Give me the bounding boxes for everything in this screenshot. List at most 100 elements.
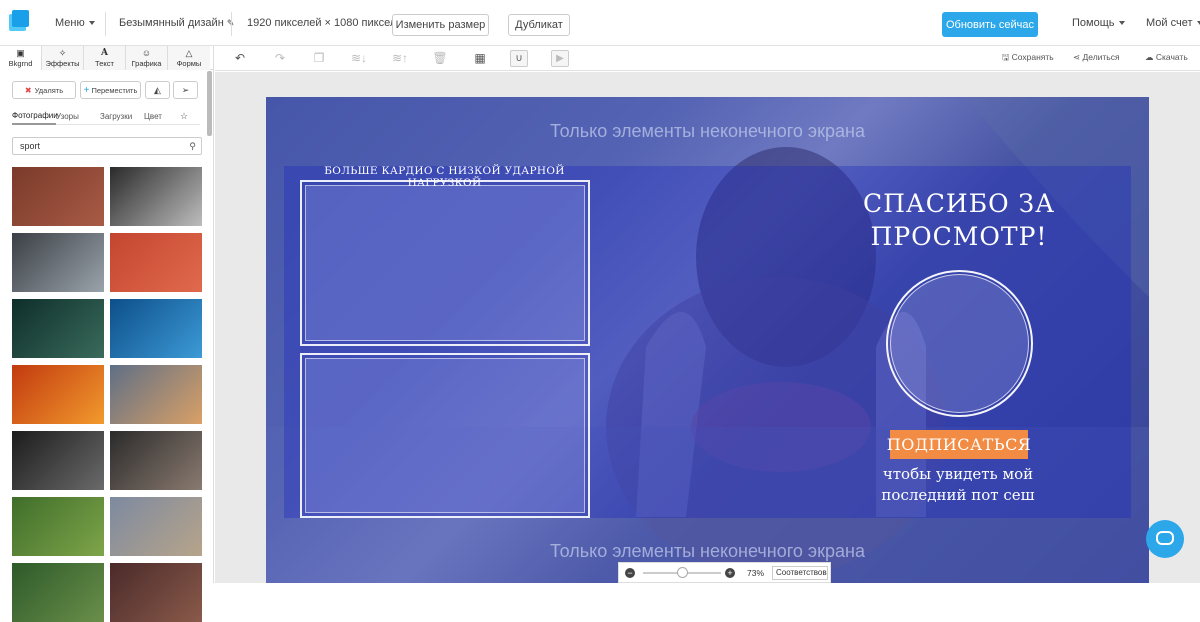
text-icon: A <box>101 47 108 58</box>
design-name-label: Безымянный дизайн <box>119 17 224 29</box>
tab-graphics[interactable]: ☺ Графика <box>126 46 168 70</box>
bring-forward-icon[interactable]: ≋↑ <box>389 50 411 66</box>
search-icon: ⚲ <box>189 141 196 151</box>
move-label: Переместить <box>91 85 138 95</box>
save-icon: 🖫 <box>1002 52 1010 62</box>
canvas-dimensions: 1920 пикселей × 1080 пикселей <box>247 17 409 29</box>
zoom-control: − + 73% Соответствовать <box>618 562 831 583</box>
editor-toolbar: ↶ ↷ ❐ ≋↓ ≋↑ 🗑 ▦ ∪ ▶ 🖫 Сохранять ⋖ Делить… <box>215 46 1200 71</box>
account-dropdown[interactable]: Мой счет <box>1146 17 1200 29</box>
design-canvas[interactable]: Только элементы неконечного экрана Тольк… <box>266 97 1149 583</box>
redo-icon[interactable]: ↷ <box>272 50 288 66</box>
delete-label: Удалять <box>34 85 64 95</box>
download-label: Скачать <box>1155 52 1188 62</box>
divider <box>105 12 106 36</box>
menu-dropdown[interactable]: Меню <box>55 17 95 29</box>
thumb-sunset-runners[interactable] <box>12 365 104 424</box>
wand-icon: ✧ <box>58 47 67 58</box>
grid-icon[interactable]: ▦ <box>472 50 488 66</box>
search-value: sport <box>20 141 41 151</box>
resize-button[interactable]: Изменить размер <box>392 14 489 36</box>
help-label: Помощь <box>1072 17 1115 29</box>
share-button[interactable]: ⋖ Делиться <box>1073 52 1120 63</box>
copy-icon[interactable]: ❐ <box>311 50 327 66</box>
move-button[interactable]: + Переместить <box>80 81 141 99</box>
help-dropdown[interactable]: Помощь <box>1072 17 1125 29</box>
thumb-dark-gym-woman[interactable] <box>12 299 104 358</box>
chevron-down-icon <box>88 21 95 26</box>
flip-icon: ◭ <box>154 84 161 95</box>
youtube-icon[interactable]: ▶ <box>551 50 569 67</box>
subtab-photos[interactable]: Фотографии <box>12 107 58 125</box>
close-circle-icon: ✖ <box>24 85 32 95</box>
safe-zone-label-bottom: Только элементы неконечного экрана <box>550 541 865 561</box>
thumb-red-track-lanes[interactable] <box>110 233 202 292</box>
cloud-download-icon: ☁ <box>1145 52 1154 62</box>
share-icon: ⋖ <box>1073 52 1081 62</box>
send-backward-icon[interactable]: ≋↓ <box>348 50 370 66</box>
sidebar: ▣ Bkgrnd ✧ Эффекты A Текст ☺ Графика △ Формы … <box>0 46 214 622</box>
thumb-swimmer[interactable] <box>110 299 202 358</box>
subscribe-badge[interactable]: ПОДПИСАТЬСЯ <box>887 430 1031 459</box>
flip-button[interactable]: ◭ <box>145 81 170 99</box>
subtab-patterns[interactable]: Узоры <box>56 107 100 125</box>
sidebar-scrollbar[interactable] <box>207 71 212 136</box>
tab-text[interactable]: A Текст <box>84 46 126 70</box>
thumb-running-track-feet[interactable] <box>12 167 104 226</box>
magnet-icon[interactable]: ∪ <box>510 50 528 67</box>
divider <box>231 12 232 36</box>
search-input[interactable]: sport ⚲ <box>12 137 202 155</box>
delete-button[interactable]: ✖ Удалять <box>12 81 76 99</box>
zoom-in-icon[interactable]: + <box>725 568 735 578</box>
tab-label: Формы <box>176 58 202 68</box>
subscribe-circle[interactable] <box>886 270 1033 417</box>
smile-icon: ☺ <box>141 47 152 58</box>
video-frame-inner <box>305 185 585 341</box>
help-chat-button[interactable] <box>1146 520 1184 558</box>
thumb-cyclists[interactable] <box>12 497 104 556</box>
tab-background[interactable]: ▣ Bkgrnd <box>0 46 42 70</box>
account-label: Мой счет <box>1146 17 1193 29</box>
save-button[interactable]: 🖫 Сохранять <box>1002 52 1054 66</box>
send-icon: ➢ <box>181 84 190 95</box>
thumb-rock-climber[interactable] <box>110 365 202 424</box>
video-frame-bottom[interactable] <box>300 353 590 518</box>
video-frame-top[interactable] <box>300 180 590 346</box>
subtab-uploads[interactable]: Загрузки <box>100 107 144 125</box>
chevron-down-icon <box>1118 21 1125 26</box>
tab-label: Bkgrnd <box>8 58 33 68</box>
thanks-title[interactable]: СПАСИБО ЗА ПРОСМОТР! <box>844 187 1074 253</box>
subtab-color[interactable]: Цвет <box>144 107 180 125</box>
safe-zone-label-top: Только элементы неконечного экрана <box>550 121 865 141</box>
thumb-bodybuilder[interactable] <box>12 431 104 490</box>
zoom-out-icon[interactable]: − <box>625 568 635 578</box>
tab-label: Эффекты <box>45 58 80 68</box>
duplicate-button[interactable]: Дубликат <box>508 14 570 36</box>
thumb-weightlifter[interactable] <box>110 431 202 490</box>
top-bar: Меню Безымянный дизайн ✎ 1920 пикселей ×… <box>0 0 1200 46</box>
plus-icon: + <box>83 84 90 96</box>
tab-shapes[interactable]: △ Формы <box>168 46 210 70</box>
cta-text[interactable]: чтобы увидеть мой последний пот сеш <box>856 464 1060 506</box>
star-icon[interactable]: ☆ <box>180 107 200 125</box>
trash-icon[interactable]: 🗑 <box>432 50 448 66</box>
download-button[interactable]: ☁ Скачать <box>1145 52 1188 63</box>
design-name[interactable]: Безымянный дизайн ✎ <box>119 17 234 29</box>
zoom-slider-handle[interactable] <box>677 567 688 578</box>
circle-inner <box>890 274 1029 413</box>
app-logo-icon[interactable] <box>9 10 29 32</box>
thumb-bottom-left[interactable] <box>12 563 104 622</box>
zoom-percent: 73% <box>747 568 765 578</box>
thumb-mountain-biker[interactable] <box>110 497 202 556</box>
video-frame-inner <box>305 358 585 513</box>
thumb-boxers-bw[interactable] <box>110 167 202 226</box>
undo-icon[interactable]: ↶ <box>232 50 248 66</box>
menu-label: Меню <box>55 17 85 29</box>
send-button[interactable]: ➢ <box>173 81 198 99</box>
tab-effects[interactable]: ✧ Эффекты <box>42 46 84 70</box>
thumb-bottom-right[interactable] <box>110 563 202 622</box>
canvas-area[interactable]: Только элементы неконечного экрана Тольк… <box>215 72 1200 583</box>
thumb-bridge-runner[interactable] <box>12 233 104 292</box>
upgrade-button[interactable]: Обновить сейчас <box>942 12 1038 37</box>
fit-button[interactable]: Соответствовать <box>772 566 828 580</box>
